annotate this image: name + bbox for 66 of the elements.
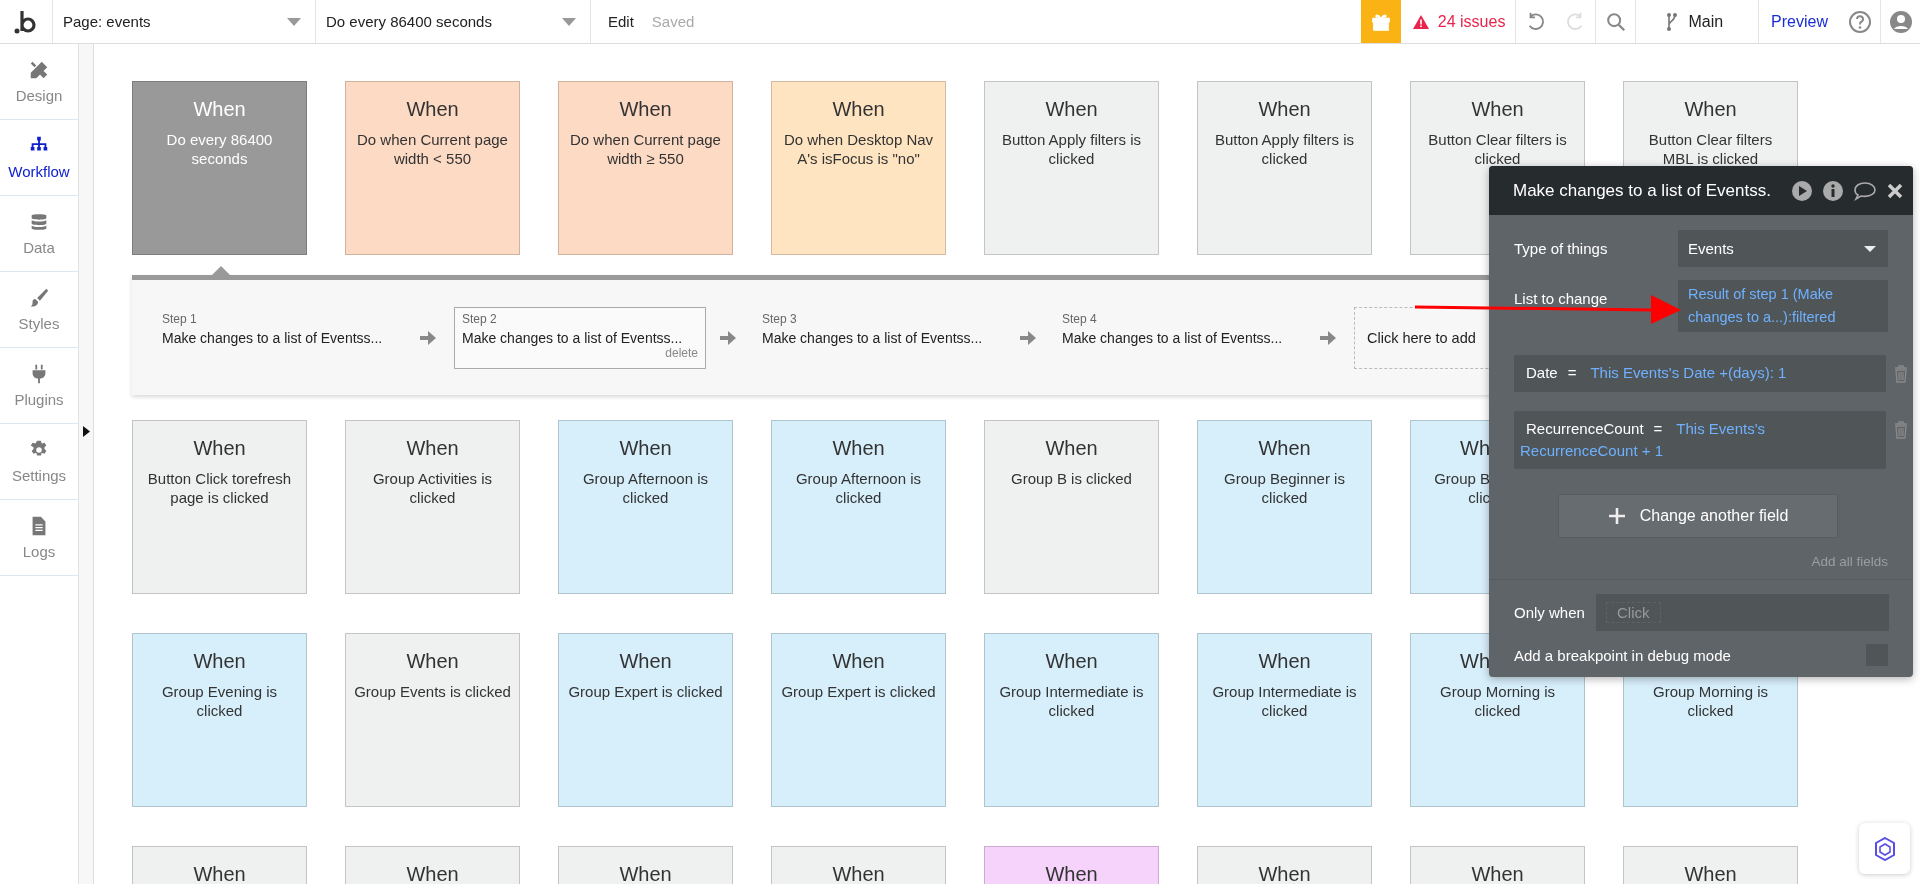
event-label: When <box>1045 436 1098 461</box>
event-label: When <box>1258 862 1311 884</box>
event-label: When <box>619 862 672 884</box>
event-description: Group Intermediate is clicked <box>1211 682 1358 720</box>
event-label: When <box>193 436 246 461</box>
save-status: Saved <box>650 12 695 32</box>
event-label: When <box>832 649 885 674</box>
event-description: Group Morning is clicked <box>1438 682 1557 720</box>
event-label: When <box>832 862 885 884</box>
step-action: Make changes to a list of Eventss... <box>1062 329 1284 346</box>
panel-title: Make changes to a list of Eventss. <box>1513 180 1772 201</box>
event-label: When <box>832 436 885 461</box>
event-description: Group Intermediate is clicked <box>998 682 1145 720</box>
event-label: When <box>1258 649 1311 674</box>
event-label: When <box>406 436 459 461</box>
event-description: Do when Current page width < 550 <box>356 130 509 168</box>
event-description: Button Clear filters MBL is clicked <box>1647 130 1774 168</box>
event-description: Group Evening is clicked <box>160 682 279 720</box>
event-description: Group B clic <box>1433 469 1490 507</box>
event-label: When <box>619 436 672 461</box>
field-label: List to change <box>1514 289 1609 307</box>
step-number: Step 4 <box>1062 311 1098 326</box>
event-label: When <box>406 649 459 674</box>
event-description: Button Clear filters is clicked <box>1427 130 1568 168</box>
event-description: Button Apply filters is clicked <box>1000 130 1143 168</box>
event-label: Wh <box>1460 436 1490 461</box>
event-label: When <box>619 649 672 674</box>
event-label: When <box>1258 436 1311 461</box>
event-label: When <box>1045 97 1098 122</box>
step-number: Step 2 <box>462 311 498 326</box>
event-label: When <box>1471 97 1524 122</box>
event-label: When <box>1045 649 1098 674</box>
event-description: Group Expert is clicked <box>567 682 724 701</box>
step-action: Make changes to a list of Eventss... <box>462 329 684 346</box>
step-number: Step 3 <box>762 311 798 326</box>
event-description: Do when Desktop Nav A's isFocus is "no" <box>782 130 935 168</box>
event-description: Group Expert is clicked <box>780 682 937 701</box>
event-label: When <box>1471 862 1524 884</box>
field-label: Only when <box>1514 603 1586 621</box>
event-label: When <box>406 862 459 884</box>
event-description: Do when Current page width ≥ 550 <box>569 130 722 168</box>
event-description: Group Beginner is clicked <box>1223 469 1346 507</box>
event-description: Group B is clicked <box>1010 469 1133 488</box>
event-label: Wh <box>1460 649 1490 674</box>
event-description: Group Morning is clicked <box>1651 682 1770 720</box>
event-description: Do every 86400 seconds <box>165 130 274 168</box>
event-description: Group Events is clicked <box>354 682 511 701</box>
event-label: When <box>1258 97 1311 122</box>
event-label: When <box>1684 97 1737 122</box>
event-label: When <box>193 649 246 674</box>
event-description: Group Afternoon is clicked <box>794 469 923 507</box>
event-label: When <box>193 862 246 884</box>
step-number: Step 1 <box>162 311 198 326</box>
event-description: Group Activities is clicked <box>371 469 494 507</box>
event-description: Button Apply filters is clicked <box>1213 130 1356 168</box>
event-label: When <box>832 97 885 122</box>
event-label: When <box>406 97 459 122</box>
event-label: When <box>193 97 246 122</box>
event-label: When <box>1045 862 1098 884</box>
event-description: Button Click torefresh page is clicked <box>146 469 293 507</box>
step-action: Make changes to a list of Eventss... <box>162 329 384 346</box>
field-label: Type of things <box>1514 239 1609 257</box>
event-label: When <box>619 97 672 122</box>
step-action: Make changes to a list of Eventss... <box>762 329 984 346</box>
event-description: Group Afternoon is clicked <box>581 469 710 507</box>
event-label: When <box>1684 862 1737 884</box>
